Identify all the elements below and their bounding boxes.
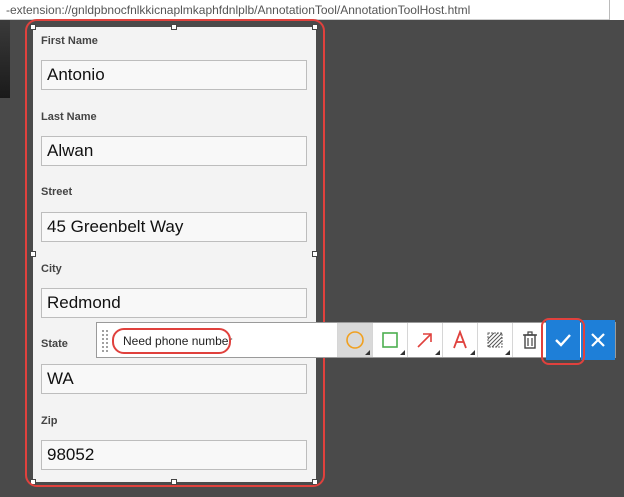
text-tool[interactable] xyxy=(442,323,477,357)
url-text: -extension://gnldpbnocfnlkkicnaplmkaphfd… xyxy=(6,3,471,17)
text-a-icon xyxy=(453,330,467,349)
trash-icon xyxy=(523,331,537,349)
circle-icon xyxy=(346,331,364,349)
ellipse-tool[interactable] xyxy=(337,323,372,357)
address-bar-edge xyxy=(609,0,624,20)
drag-grip-icon[interactable] xyxy=(101,329,109,353)
background-thumbnail xyxy=(0,20,10,98)
arrow-tool[interactable] xyxy=(407,323,442,357)
rectangle-tool[interactable] xyxy=(372,323,407,357)
blur-tool[interactable] xyxy=(477,323,512,357)
cancel-button[interactable] xyxy=(581,320,615,360)
confirm-highlight-outline xyxy=(541,318,585,365)
form-highlight-outline xyxy=(25,19,325,487)
square-icon xyxy=(382,332,398,348)
address-bar[interactable]: -extension://gnldpbnocfnlkkicnaplmkaphfd… xyxy=(0,0,624,20)
hatch-icon xyxy=(487,332,503,348)
arrow-icon xyxy=(417,333,432,348)
note-highlight-outline xyxy=(112,328,231,354)
close-icon xyxy=(591,333,605,347)
